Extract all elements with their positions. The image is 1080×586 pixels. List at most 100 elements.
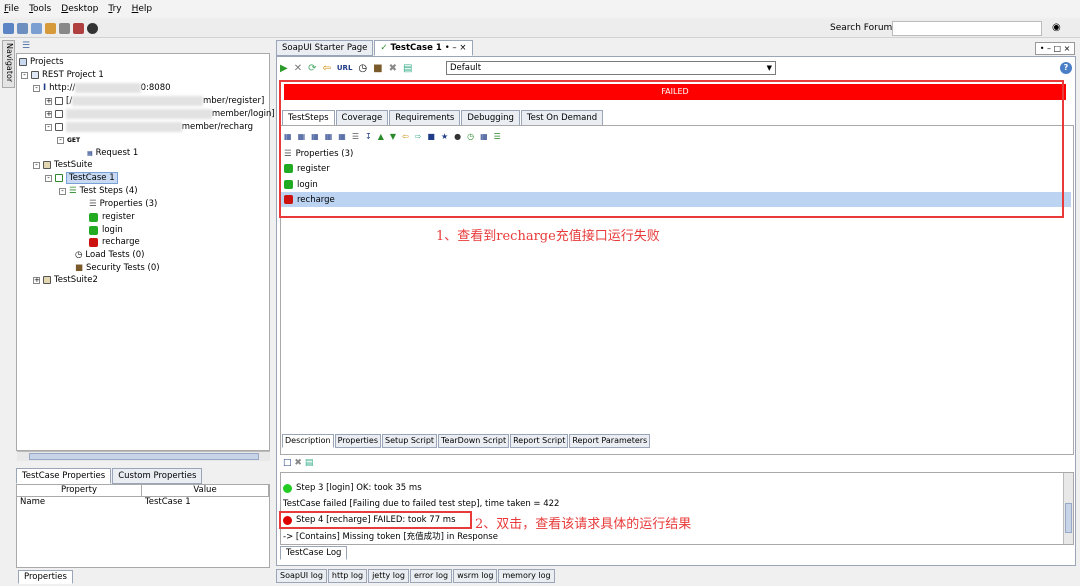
menu-desktop[interactable]: Desktop xyxy=(61,4,98,14)
log-settings-icon[interactable]: ✖ xyxy=(294,458,302,468)
window-controls[interactable]: • – □ × xyxy=(1035,42,1075,55)
expand-toggle[interactable]: + xyxy=(33,276,40,284)
tab-properties[interactable]: Properties xyxy=(18,570,73,584)
step-ok-icon xyxy=(89,225,98,235)
tree-project[interactable]: - REST Project 1 xyxy=(21,69,104,81)
collapse-toggle[interactable]: - xyxy=(57,136,64,144)
collapse-toggle[interactable]: - xyxy=(45,123,52,131)
scroll-thumb[interactable] xyxy=(1065,503,1072,533)
security-icon[interactable]: ■ xyxy=(373,63,382,74)
tab-testcase1[interactable]: ✓ TestCase 1 • – × xyxy=(374,40,473,56)
collapse-toggle[interactable]: - xyxy=(33,161,40,169)
tree-testcase[interactable]: - TestCase 1 xyxy=(45,172,118,184)
testcase-props-tabs: TestCase Properties Custom Properties xyxy=(16,468,203,484)
expand-toggle[interactable]: + xyxy=(45,97,52,105)
collapse-toggle[interactable]: - xyxy=(45,174,52,182)
close-icon[interactable]: • – × xyxy=(445,43,467,53)
loop-icon[interactable]: ⟳ xyxy=(308,63,316,74)
tree-resource-recharge[interactable]: - xxxxxxxxxxxxxxxxxxxxxxx member/recharg xyxy=(45,121,253,133)
tree-resource-register[interactable]: + [/xxxxxxxxxxxxxxxxxxxxxxxxxx mber/regi… xyxy=(45,95,264,107)
clear-log-icon[interactable]: □ xyxy=(283,458,292,468)
tab-starter-page[interactable]: SoapUI Starter Page xyxy=(276,40,374,56)
settings-icon[interactable]: ✖ xyxy=(389,63,397,74)
tab-wsrm-log[interactable]: wsrm log xyxy=(453,569,498,583)
annotation-1: 1、查看到recharge充值接口运行失败 xyxy=(436,229,660,244)
tree-step-recharge[interactable]: recharge xyxy=(89,236,140,248)
testcase-log: Step 3 [login] OK: took 35 ms TestCase f… xyxy=(280,472,1074,545)
environment-select[interactable]: Default ▼ xyxy=(446,61,776,75)
options-icon[interactable]: ▤ xyxy=(403,63,412,74)
tab-soapui-log[interactable]: SoapUI log xyxy=(276,569,327,583)
tree-properties[interactable]: ☰ Properties (3) xyxy=(89,198,157,210)
tab-description[interactable]: Description xyxy=(282,434,334,448)
tab-memory-log[interactable]: memory log xyxy=(498,569,555,583)
collapse-toggle[interactable]: - xyxy=(59,187,66,195)
col-value[interactable]: Value xyxy=(142,485,269,496)
binoculars-icon[interactable]: ◉ xyxy=(1052,22,1061,33)
tab-teardown-script[interactable]: TearDown Script xyxy=(438,434,510,448)
tab-report-script[interactable]: Report Script xyxy=(510,434,569,448)
collapse-toggle[interactable]: - xyxy=(21,71,28,79)
import-project-icon[interactable] xyxy=(17,22,28,34)
tab-testcase-properties[interactable]: TestCase Properties xyxy=(16,468,112,484)
url-icon[interactable]: URL xyxy=(337,64,353,72)
tree-loadtests[interactable]: ◷ Load Tests (0) xyxy=(75,249,144,261)
tab-properties-desc[interactable]: Properties xyxy=(334,434,381,448)
search-forum-input[interactable] xyxy=(892,21,1042,36)
new-project-icon[interactable] xyxy=(3,22,14,34)
tree-service[interactable]: - I http:// xxxxxxxxxxxxx 0:8080 xyxy=(33,82,171,94)
tree-testsuite2[interactable]: + TestSuite2 xyxy=(33,274,98,286)
tree-step-login[interactable]: login xyxy=(89,224,123,236)
help-icon[interactable]: ? xyxy=(1060,62,1072,74)
tree-method[interactable]: - GET xyxy=(57,134,80,146)
tab-error-log[interactable]: error log xyxy=(409,569,453,583)
tree-teststeps[interactable]: - ☰ Test Steps (4) xyxy=(59,185,138,197)
scroll-thumb[interactable] xyxy=(29,453,259,460)
tree-hscrollbar[interactable] xyxy=(17,451,270,461)
navigator-tree: Projects - REST Project 1 - I http:// xx… xyxy=(16,53,275,451)
log-line[interactable]: Step 3 [login] OK: took 35 ms xyxy=(283,482,422,494)
forum-icon[interactable] xyxy=(45,22,56,34)
tab-http-log[interactable]: http log xyxy=(327,569,368,583)
tab-setup-script[interactable]: Setup Script xyxy=(382,434,438,448)
run-icon[interactable]: ▶ xyxy=(280,63,288,74)
method-label: GET xyxy=(67,136,81,144)
menu-help[interactable]: Help xyxy=(132,4,153,14)
redacted-path: xxxxxxxxxxxxxxxxxxxxxxxxxxxxx xyxy=(66,109,212,119)
tab-report-parameters[interactable]: Report Parameters xyxy=(569,434,651,448)
properties-table: Property Value Name TestCase 1 xyxy=(16,484,270,568)
table-row[interactable]: Name TestCase 1 xyxy=(17,497,269,508)
testsuite-icon xyxy=(43,276,51,284)
cancel-icon[interactable]: ✕ xyxy=(294,63,302,74)
menu-file[interactable]: File xyxy=(4,4,19,14)
timer-icon[interactable]: ◷ xyxy=(358,63,367,74)
preferences-icon[interactable] xyxy=(59,22,70,34)
tab-testcase-log[interactable]: TestCase Log xyxy=(280,546,348,560)
tree-request[interactable]: ▦ Request 1 xyxy=(87,147,138,159)
exit-icon[interactable] xyxy=(87,22,98,34)
log-options-icon[interactable]: ▤ xyxy=(305,458,314,468)
tree-testsuite[interactable]: - TestSuite xyxy=(33,159,92,171)
tab-custom-properties[interactable]: Custom Properties xyxy=(112,468,203,484)
tree-step-register[interactable]: register xyxy=(89,211,135,223)
back-icon[interactable]: ⇦ xyxy=(322,63,330,74)
testsuite-icon xyxy=(43,161,51,169)
projects-icon xyxy=(19,58,27,66)
tab-jetty-log[interactable]: jetty log xyxy=(368,569,409,583)
menu-try[interactable]: Try xyxy=(108,4,121,14)
redacted-host: xxxxxxxxxxxxx xyxy=(75,83,141,93)
tree-securitytests[interactable]: ■ Security Tests (0) xyxy=(75,262,160,274)
expand-toggle[interactable]: + xyxy=(45,110,52,118)
log-vscrollbar[interactable] xyxy=(1063,473,1073,544)
editor-tabs: SoapUI Starter Page ✓ TestCase 1 • – × xyxy=(276,40,474,56)
collapse-toggle[interactable]: - xyxy=(33,84,40,92)
col-property[interactable]: Property xyxy=(17,485,142,496)
save-all-icon[interactable] xyxy=(31,22,42,34)
proxy-icon[interactable] xyxy=(73,22,84,34)
tree-resource-login[interactable]: + xxxxxxxxxxxxxxxxxxxxxxxxxxxxx member/l… xyxy=(45,108,275,120)
collapse-icon[interactable]: ☰ xyxy=(22,41,30,51)
navigator-tab[interactable]: Navigator xyxy=(2,40,15,88)
menu-tools[interactable]: Tools xyxy=(29,4,51,14)
tree-projects[interactable]: Projects xyxy=(19,56,64,68)
rest-service-icon: I xyxy=(43,83,47,93)
